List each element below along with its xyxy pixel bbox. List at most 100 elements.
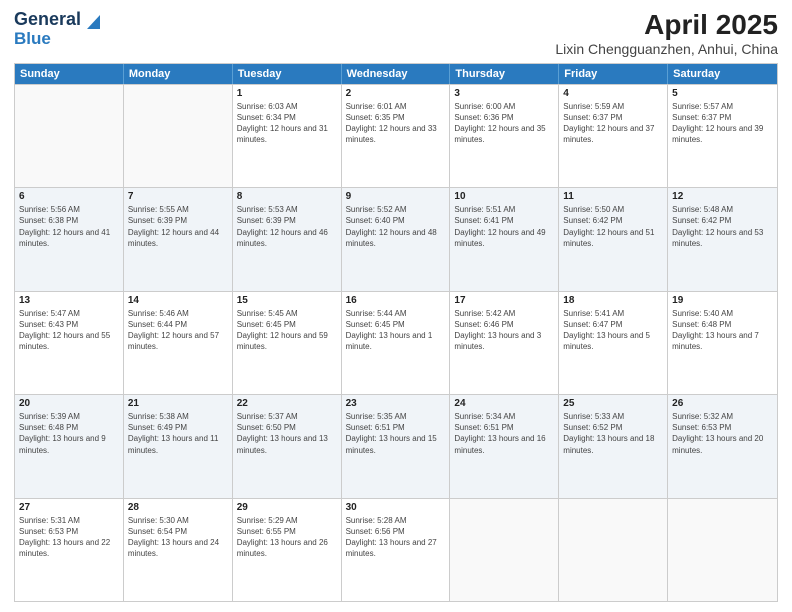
cell-day-number: 5 [672, 88, 773, 99]
cell-day-number: 13 [19, 295, 119, 306]
cal-cell [559, 499, 668, 601]
week-row-3: 13 Sunrise: 5:47 AM Sunset: 6:43 PM Dayli… [15, 291, 777, 394]
cal-cell: 20 Sunrise: 5:39 AM Sunset: 6:48 PM Dayli… [15, 395, 124, 497]
header-cell-tuesday: Tuesday [233, 64, 342, 84]
header-cell-sunday: Sunday [15, 64, 124, 84]
header-cell-friday: Friday [559, 64, 668, 84]
cell-day-number: 25 [563, 398, 663, 409]
cell-info: Sunrise: 5:51 AM Sunset: 6:41 PM Dayligh… [454, 204, 554, 249]
cal-cell [668, 499, 777, 601]
cell-info: Sunrise: 5:37 AM Sunset: 6:50 PM Dayligh… [237, 411, 337, 456]
cell-day-number: 24 [454, 398, 554, 409]
logo-subtext: Blue [14, 29, 51, 48]
header-cell-wednesday: Wednesday [342, 64, 451, 84]
week-row-2: 6 Sunrise: 5:56 AM Sunset: 6:38 PM Daylig… [15, 187, 777, 290]
logo-text: General [14, 10, 81, 30]
cell-info: Sunrise: 5:35 AM Sunset: 6:51 PM Dayligh… [346, 411, 446, 456]
cell-day-number: 19 [672, 295, 773, 306]
week-row-5: 27Sunrise: 5:31 AM Sunset: 6:53 PM Dayli… [15, 498, 777, 601]
cell-info: Sunrise: 5:40 AM Sunset: 6:48 PM Dayligh… [672, 308, 773, 353]
cell-info: Sunrise: 5:44 AM Sunset: 6:45 PM Dayligh… [346, 308, 446, 353]
page: General Blue April 2025 Lixin Chengguanz… [0, 0, 792, 612]
cell-info: Sunrise: 5:45 AM Sunset: 6:45 PM Dayligh… [237, 308, 337, 353]
cal-cell: 6 Sunrise: 5:56 AM Sunset: 6:38 PM Daylig… [15, 188, 124, 290]
cell-info: Sunrise: 5:39 AM Sunset: 6:48 PM Dayligh… [19, 411, 119, 456]
cell-day-number: 3 [454, 88, 554, 99]
cell-info: Sunrise: 5:53 AM Sunset: 6:39 PM Dayligh… [237, 204, 337, 249]
cell-day-number: 16 [346, 295, 446, 306]
cell-day-number: 22 [237, 398, 337, 409]
cal-cell: 19 Sunrise: 5:40 AM Sunset: 6:48 PM Dayli… [668, 292, 777, 394]
cal-cell: 10 Sunrise: 5:51 AM Sunset: 6:41 PM Dayli… [450, 188, 559, 290]
cal-cell: 14 Sunrise: 5:46 AM Sunset: 6:44 PM Dayli… [124, 292, 233, 394]
cal-cell: 23 Sunrise: 5:35 AM Sunset: 6:51 PM Dayli… [342, 395, 451, 497]
cell-info: Sunrise: 5:47 AM Sunset: 6:43 PM Dayligh… [19, 308, 119, 353]
cal-cell: 7Sunrise: 5:55 AM Sunset: 6:39 PM Daylig… [124, 188, 233, 290]
cell-day-number: 10 [454, 191, 554, 202]
cell-info: Sunrise: 6:01 AM Sunset: 6:35 PM Dayligh… [346, 101, 446, 146]
week-row-4: 20 Sunrise: 5:39 AM Sunset: 6:48 PM Dayli… [15, 394, 777, 497]
cell-info: Sunrise: 5:38 AM Sunset: 6:49 PM Dayligh… [128, 411, 228, 456]
cell-info: Sunrise: 6:00 AM Sunset: 6:36 PM Dayligh… [454, 101, 554, 146]
cell-info: Sunrise: 5:34 AM Sunset: 6:51 PM Dayligh… [454, 411, 554, 456]
cal-cell: 17 Sunrise: 5:42 AM Sunset: 6:46 PM Dayli… [450, 292, 559, 394]
cell-info: Sunrise: 5:46 AM Sunset: 6:44 PM Dayligh… [128, 308, 228, 353]
cell-info: Sunrise: 5:48 AM Sunset: 6:42 PM Dayligh… [672, 204, 773, 249]
logo: General Blue [14, 10, 100, 49]
cell-info: Sunrise: 6:03 AM Sunset: 6:34 PM Dayligh… [237, 101, 337, 146]
cell-day-number: 1 [237, 88, 337, 99]
cal-cell: 12 Sunrise: 5:48 AM Sunset: 6:42 PM Dayli… [668, 188, 777, 290]
cell-info: Sunrise: 5:28 AM Sunset: 6:56 PM Dayligh… [346, 515, 446, 560]
cell-day-number: 4 [563, 88, 663, 99]
cal-cell: 3 Sunrise: 6:00 AM Sunset: 6:36 PM Daylig… [450, 85, 559, 187]
cell-info: Sunrise: 5:56 AM Sunset: 6:38 PM Dayligh… [19, 204, 119, 249]
cell-day-number: 28 [128, 502, 228, 513]
cell-info: Sunrise: 5:52 AM Sunset: 6:40 PM Dayligh… [346, 204, 446, 249]
cell-day-number: 18 [563, 295, 663, 306]
cell-info: Sunrise: 5:42 AM Sunset: 6:46 PM Dayligh… [454, 308, 554, 353]
header-cell-thursday: Thursday [450, 64, 559, 84]
cal-cell [450, 499, 559, 601]
cell-day-number: 15 [237, 295, 337, 306]
cal-cell: 5 Sunrise: 5:57 AM Sunset: 6:37 PM Daylig… [668, 85, 777, 187]
cal-cell: 21Sunrise: 5:38 AM Sunset: 6:49 PM Dayli… [124, 395, 233, 497]
cell-day-number: 23 [346, 398, 446, 409]
week-row-1: 1 Sunrise: 6:03 AM Sunset: 6:34 PM Daylig… [15, 84, 777, 187]
cell-day-number: 11 [563, 191, 663, 202]
cal-cell: 22 Sunrise: 5:37 AM Sunset: 6:50 PM Dayli… [233, 395, 342, 497]
title-area: April 2025 Lixin Chengguanzhen, Anhui, C… [555, 10, 778, 57]
cell-info: Sunrise: 5:33 AM Sunset: 6:52 PM Dayligh… [563, 411, 663, 456]
cell-info: Sunrise: 5:57 AM Sunset: 6:37 PM Dayligh… [672, 101, 773, 146]
cal-cell: 24 Sunrise: 5:34 AM Sunset: 6:51 PM Dayli… [450, 395, 559, 497]
cell-info: Sunrise: 5:30 AM Sunset: 6:54 PM Dayligh… [128, 515, 228, 560]
cal-cell: 15 Sunrise: 5:45 AM Sunset: 6:45 PM Dayli… [233, 292, 342, 394]
cell-day-number: 27 [19, 502, 119, 513]
cal-cell: 28 Sunrise: 5:30 AM Sunset: 6:54 PM Dayli… [124, 499, 233, 601]
cell-day-number: 14 [128, 295, 228, 306]
calendar-body: 1 Sunrise: 6:03 AM Sunset: 6:34 PM Daylig… [15, 84, 777, 601]
calendar: SundayMondayTuesdayWednesdayThursdayFrid… [14, 63, 778, 602]
cell-info: Sunrise: 5:41 AM Sunset: 6:47 PM Dayligh… [563, 308, 663, 353]
cal-cell: 8Sunrise: 5:53 AM Sunset: 6:39 PM Daylig… [233, 188, 342, 290]
month-title: April 2025 [555, 10, 778, 41]
cell-day-number: 17 [454, 295, 554, 306]
cell-info: Sunrise: 5:29 AM Sunset: 6:55 PM Dayligh… [237, 515, 337, 560]
cal-cell: 25 Sunrise: 5:33 AM Sunset: 6:52 PM Dayli… [559, 395, 668, 497]
cell-day-number: 2 [346, 88, 446, 99]
cell-day-number: 20 [19, 398, 119, 409]
cell-info: Sunrise: 5:50 AM Sunset: 6:42 PM Dayligh… [563, 204, 663, 249]
cal-cell: 26Sunrise: 5:32 AM Sunset: 6:53 PM Dayli… [668, 395, 777, 497]
cell-day-number: 12 [672, 191, 773, 202]
cell-day-number: 6 [19, 191, 119, 202]
cal-cell: 18 Sunrise: 5:41 AM Sunset: 6:47 PM Dayli… [559, 292, 668, 394]
cal-cell: 30 Sunrise: 5:28 AM Sunset: 6:56 PM Dayli… [342, 499, 451, 601]
cell-day-number: 29 [237, 502, 337, 513]
cell-info: Sunrise: 5:59 AM Sunset: 6:37 PM Dayligh… [563, 101, 663, 146]
cal-cell: 2 Sunrise: 6:01 AM Sunset: 6:35 PM Daylig… [342, 85, 451, 187]
cal-cell: 13 Sunrise: 5:47 AM Sunset: 6:43 PM Dayli… [15, 292, 124, 394]
cal-cell: 4 Sunrise: 5:59 AM Sunset: 6:37 PM Daylig… [559, 85, 668, 187]
calendar-header: SundayMondayTuesdayWednesdayThursdayFrid… [15, 64, 777, 84]
header-cell-saturday: Saturday [668, 64, 777, 84]
cal-cell [15, 85, 124, 187]
cell-day-number: 30 [346, 502, 446, 513]
